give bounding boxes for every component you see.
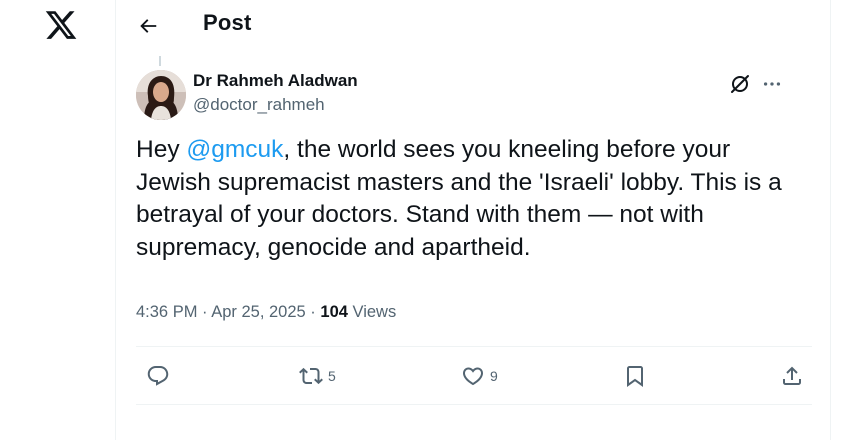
share-button[interactable] <box>780 360 809 392</box>
repost-icon <box>299 367 323 385</box>
thread-connector <box>159 56 161 66</box>
meta-separator: · <box>305 303 321 321</box>
post-header: Post <box>116 0 832 52</box>
x-logo-icon[interactable] <box>44 8 78 42</box>
views-label: Views <box>347 303 397 321</box>
repost-button[interactable]: 5 <box>299 360 336 392</box>
bookmark-button[interactable] <box>623 360 652 392</box>
views-count: 104 <box>320 303 348 321</box>
bookmark-icon <box>627 366 643 387</box>
post-time[interactable]: 4:36 PM <box>136 303 197 321</box>
author-handle[interactable]: @doctor_rahmeh <box>193 95 325 115</box>
post-metadata: 4:36 PM · Apr 25, 2025 · 104 Views <box>136 303 396 322</box>
mention-link[interactable]: @gmcuk <box>186 136 283 163</box>
grok-icon[interactable] <box>728 72 752 96</box>
like-button[interactable]: 9 <box>461 360 498 392</box>
heart-icon <box>462 367 484 386</box>
reply-icon <box>147 366 169 386</box>
more-options-icon[interactable] <box>760 72 784 96</box>
divider <box>136 346 812 347</box>
page-title: Post <box>203 10 252 35</box>
like-count: 9 <box>490 368 498 384</box>
meta-separator: · <box>197 303 212 321</box>
left-nav-rail <box>0 0 115 440</box>
action-bar: 5 9 <box>136 360 812 392</box>
repost-count: 5 <box>328 368 336 384</box>
arrow-left-icon <box>140 19 157 33</box>
divider <box>136 404 812 405</box>
back-button[interactable] <box>134 12 162 40</box>
post-date[interactable]: Apr 25, 2025 <box>211 303 306 321</box>
post-text: Hey @gmcuk, the world sees you kneeling … <box>136 134 806 264</box>
post-text-start: Hey <box>136 136 187 163</box>
share-icon <box>783 366 801 385</box>
author-name[interactable]: Dr Rahmeh Aladwan <box>193 71 358 91</box>
reply-button[interactable] <box>146 360 175 392</box>
avatar[interactable] <box>136 70 186 120</box>
main-column: Post Dr Rahmeh Aladwan @doctor_rahmeh He… <box>115 0 831 440</box>
